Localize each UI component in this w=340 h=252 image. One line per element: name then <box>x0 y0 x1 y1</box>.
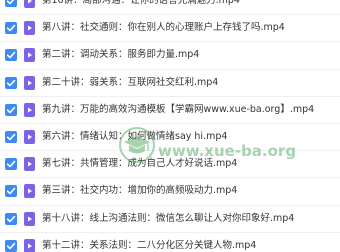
file-name: 第七讲：共情管理：成为自己人才好说话.mp4 <box>42 158 238 170</box>
checkmark-icon <box>6 79 16 86</box>
checkbox[interactable] <box>5 0 17 7</box>
list-item[interactable]: 第九讲：万能的高效沟通模板【学霸网www.xue-ba.org】.mp4 <box>0 97 340 124</box>
list-item[interactable]: 第六讲：情绪认知：如何做情绪say hi.mp4 <box>0 124 340 152</box>
file-list: 第16讲：局部沟通：让你的语言充满魅力.mp4 第八讲：社交通则：你在别人的心理… <box>0 0 340 252</box>
checkbox[interactable] <box>5 239 17 252</box>
checkbox[interactable] <box>5 76 17 89</box>
video-file-icon <box>24 211 35 226</box>
checkbox[interactable] <box>5 103 17 116</box>
file-name: 第16讲：局部沟通：让你的语言充满魅力.mp4 <box>42 0 240 6</box>
checkmark-icon <box>6 0 15 5</box>
video-file-icon <box>24 184 35 199</box>
checkbox[interactable] <box>5 185 17 198</box>
video-file-icon <box>24 75 35 90</box>
video-file-icon <box>24 0 35 8</box>
checkmark-icon <box>6 106 16 114</box>
file-name: 第六讲：情绪认知：如何做情绪say hi.mp4 <box>42 130 228 142</box>
checkmark-icon <box>6 24 16 32</box>
checkbox[interactable] <box>5 212 17 225</box>
list-item[interactable]: 第二讲：调动关系：服务即力量.mp4 <box>0 42 340 70</box>
video-file-icon <box>24 238 35 252</box>
checkmark-icon <box>6 215 16 222</box>
video-file-icon <box>24 157 35 172</box>
video-file-icon <box>24 21 35 36</box>
checkmark-icon <box>6 242 16 249</box>
file-name: 第八讲：社交通则：你在别人的心理账户上存钱了吗.mp4 <box>42 22 285 34</box>
checkmark-icon <box>6 133 16 141</box>
list-item[interactable]: 第十八讲：线上沟通法则：微信怎么聊让人对你印象好.mp4 <box>0 206 340 233</box>
list-item[interactable]: 第七讲：共情管理：成为自己人才好说话.mp4 <box>0 151 340 179</box>
video-file-icon <box>24 48 35 63</box>
checkmark-icon <box>6 188 16 195</box>
checkmark-icon <box>6 52 16 59</box>
file-name: 第十八讲：线上沟通法则：微信怎么聊让人对你印象好.mp4 <box>42 212 295 224</box>
list-item[interactable]: 第十二讲：关系法则：二八分化区分关键人物.mp4 <box>0 233 340 252</box>
file-name: 第三讲：社交内功：增加你的高频吸动力.mp4 <box>42 185 238 197</box>
file-name: 第二讲：调动关系：服务即力量.mp4 <box>42 49 200 61</box>
checkbox[interactable] <box>5 22 17 35</box>
file-name: 第九讲：万能的高效沟通模板【学霸网www.xue-ba.org】.mp4 <box>42 103 315 115</box>
list-item[interactable]: 第八讲：社交通则：你在别人的心理账户上存钱了吗.mp4 <box>0 15 340 43</box>
checkbox[interactable] <box>5 158 17 171</box>
checkbox[interactable] <box>5 49 17 62</box>
file-name: 第二十讲：弱关系：互联网社交红利.mp4 <box>42 76 219 88</box>
video-file-icon <box>24 129 35 144</box>
list-item[interactable]: 第二十讲：弱关系：互联网社交红利.mp4 <box>0 70 340 97</box>
checkbox[interactable] <box>5 130 17 143</box>
list-item[interactable]: 第16讲：局部沟通：让你的语言充满魅力.mp4 <box>0 0 340 16</box>
video-file-icon <box>24 102 35 117</box>
file-name: 第十二讲：关系法则：二八分化区分关键人物.mp4 <box>42 239 257 251</box>
checkmark-icon <box>6 160 16 168</box>
list-item[interactable]: 第三讲：社交内功：增加你的高频吸动力.mp4 <box>0 178 340 206</box>
